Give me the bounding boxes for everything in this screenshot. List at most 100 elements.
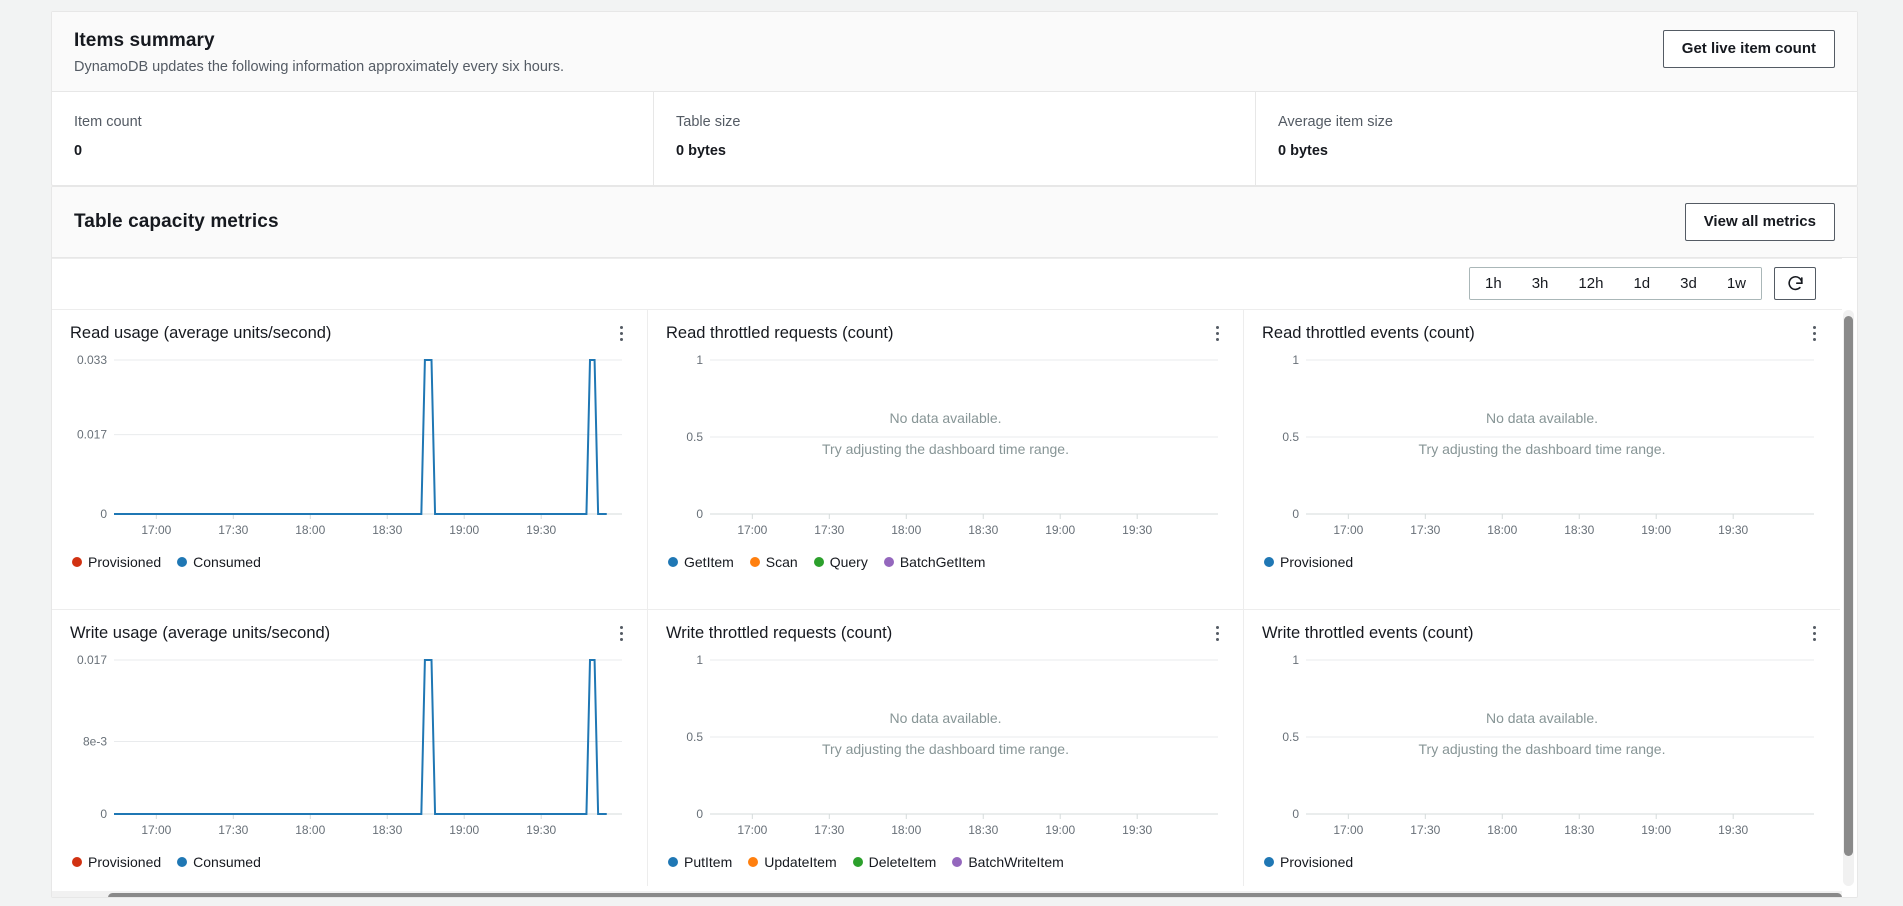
svg-text:0: 0 [100,807,107,821]
legend-item[interactable]: Consumed [177,854,261,870]
chart-header: Read usage (average units/second) [70,324,629,344]
legend-color-dot [883,556,894,567]
svg-text:18:00: 18:00 [1487,523,1517,537]
legend-color-dot [1264,556,1274,567]
items-summary-stats: Item count 0 Table size 0 bytes Average … [52,92,1857,185]
metrics-horizontal-scrollbar[interactable] [52,890,1842,897]
chart-plot-area[interactable]: 0.033 0.017 0 17:00 17:30 18:00 18:30 19:00 19:3… [70,350,629,550]
legend-color-dot [952,856,963,867]
legend-item[interactable]: PutItem [668,854,732,870]
legend-label: Provisioned [1280,553,1354,570]
metrics-chart-grid: Read usage (average units/second) 0.033 0.… [52,309,1842,886]
svg-text:0: 0 [1292,507,1299,521]
stat-label: Average item size [1278,114,1393,130]
scrollbar-thumb[interactable] [108,892,1842,897]
kebab-menu-icon[interactable] [613,324,629,344]
legend-label: PutItem [684,853,733,870]
legend-item[interactable]: BatchWriteItem [952,854,1064,870]
refresh-icon[interactable] [1774,267,1816,300]
legend-item[interactable]: Query [813,553,868,570]
items-summary-heading-group: Items summary DynamoDB updates the follo… [74,30,564,75]
chart-legend: Provisioned Consumed [70,854,629,870]
time-range-1h[interactable]: 1h [1470,268,1517,299]
svg-text:17:30: 17:30 [1410,523,1440,537]
legend-item[interactable]: Provisioned [1264,854,1353,870]
svg-text:1: 1 [1292,353,1299,367]
svg-text:18:00: 18:00 [891,523,921,537]
svg-text:19:00: 19:00 [1045,523,1075,537]
legend-item[interactable]: Provisioned [72,554,161,570]
time-range-3d[interactable]: 3d [1665,268,1712,299]
stat-value: 0 bytes [676,143,726,159]
kebab-menu-icon[interactable] [613,624,629,644]
kebab-menu-icon[interactable] [1806,324,1822,344]
svg-text:17:30: 17:30 [218,523,248,537]
svg-text:18:00: 18:00 [295,523,325,537]
svg-text:19:30: 19:30 [1122,823,1152,837]
legend-item[interactable]: Consumed [177,554,261,570]
time-range-12h[interactable]: 12h [1563,268,1619,299]
legend-item[interactable]: UpdateItem [748,853,837,870]
kebab-menu-icon[interactable] [1806,624,1822,644]
svg-text:19:30: 19:30 [1718,523,1748,537]
legend-label: Provisioned [88,853,162,870]
items-summary-card: Items summary DynamoDB updates the follo… [51,11,1858,186]
legend-item[interactable]: GetItem [668,554,734,570]
legend-label: Provisioned [1280,853,1354,870]
svg-text:0.033: 0.033 [77,353,107,367]
chart-legend: Provisioned Consumed [70,554,629,570]
legend-color-dot [668,556,678,567]
legend-item[interactable]: Provisioned [72,854,161,870]
svg-text:18:30: 18:30 [372,823,402,837]
legend-color-dot [668,856,678,867]
stat-item-count: Item count 0 [52,92,654,185]
chart-header: Write usage (average units/second) [70,624,629,644]
view-all-metrics-button[interactable]: View all metrics [1684,203,1835,241]
time-range-selector[interactable]: 1h 3h 12h 1d 3d 1w [1469,267,1762,300]
capacity-metrics-body: 1h 3h 12h 1d 3d 1w Read usage (average units/… [52,257,1857,897]
svg-text:0: 0 [1292,807,1299,821]
scrollbar-thumb[interactable] [1844,315,1853,856]
legend-label: BatchGetItem [899,553,986,570]
kebab-menu-icon[interactable] [1209,324,1225,344]
chart-plot-area[interactable]: 1 0.5 0 17:00 17:30 18:00 18:30 19:00 19:30 No da… [1262,650,1822,850]
legend-label: UpdateItem [764,853,837,870]
metric-chart-3: Read throttled events (count) 1 0.5 0 17:00 1… [1244,309,1840,610]
svg-text:8e-3: 8e-3 [83,734,107,748]
time-range-1w[interactable]: 1w [1711,268,1761,299]
capacity-metrics-title: Table capacity metrics [74,210,279,232]
time-range-1d[interactable]: 1d [1618,268,1666,299]
legend-item[interactable]: Provisioned [1264,554,1353,570]
metrics-vertical-scrollbar[interactable] [1843,309,1854,886]
svg-text:17:30: 17:30 [1410,823,1440,837]
svg-text:0: 0 [696,507,703,521]
time-range-3h[interactable]: 3h [1516,268,1564,299]
svg-text:19:30: 19:30 [1718,823,1748,837]
chart-header: Write throttled requests (count) [666,624,1225,644]
svg-text:17:00: 17:00 [737,823,767,837]
legend-color-dot [72,556,82,567]
svg-text:0.5: 0.5 [1282,430,1299,444]
chart-title: Read throttled events (count) [1262,323,1475,342]
metrics-toolbar: 1h 3h 12h 1d 3d 1w [52,257,1842,310]
legend-item[interactable]: BatchGetItem [883,553,986,570]
chart-legend: PutItem UpdateItem DeleteItem BatchWriteIte… [666,854,1225,870]
chart-plot-area[interactable]: 0.017 8e-3 0 17:00 17:30 18:00 18:30 19:00 19:30 [70,650,629,850]
stat-value: 0 [74,143,83,159]
legend-item[interactable]: DeleteItem [852,854,936,870]
chart-plot-area[interactable]: 1 0.5 0 17:00 17:30 18:00 18:30 19:00 19:30 No da… [666,350,1225,550]
svg-text:19:00: 19:00 [1641,523,1671,537]
metrics-scroll-region: 1h 3h 12h 1d 3d 1w Read usage (average units/… [52,257,1842,886]
chart-title: Read throttled requests (count) [666,323,894,342]
kebab-menu-icon[interactable] [1209,624,1225,644]
svg-text:17:30: 17:30 [814,523,844,537]
chart-plot-area[interactable]: 1 0.5 0 17:00 17:30 18:00 18:30 19:00 19:30 No da… [666,650,1225,850]
svg-text:18:30: 18:30 [1564,523,1594,537]
chart-plot-area[interactable]: 1 0.5 0 17:00 17:30 18:00 18:30 19:00 19:30 No da… [1262,350,1822,550]
legend-label: Query [829,553,868,570]
stat-label: Table size [676,114,741,130]
get-live-item-count-button[interactable]: Get live item count [1662,30,1835,68]
legend-item[interactable]: Scan [749,554,798,570]
svg-text:0.017: 0.017 [77,427,107,441]
stat-table-size: Table size 0 bytes [654,92,1256,185]
